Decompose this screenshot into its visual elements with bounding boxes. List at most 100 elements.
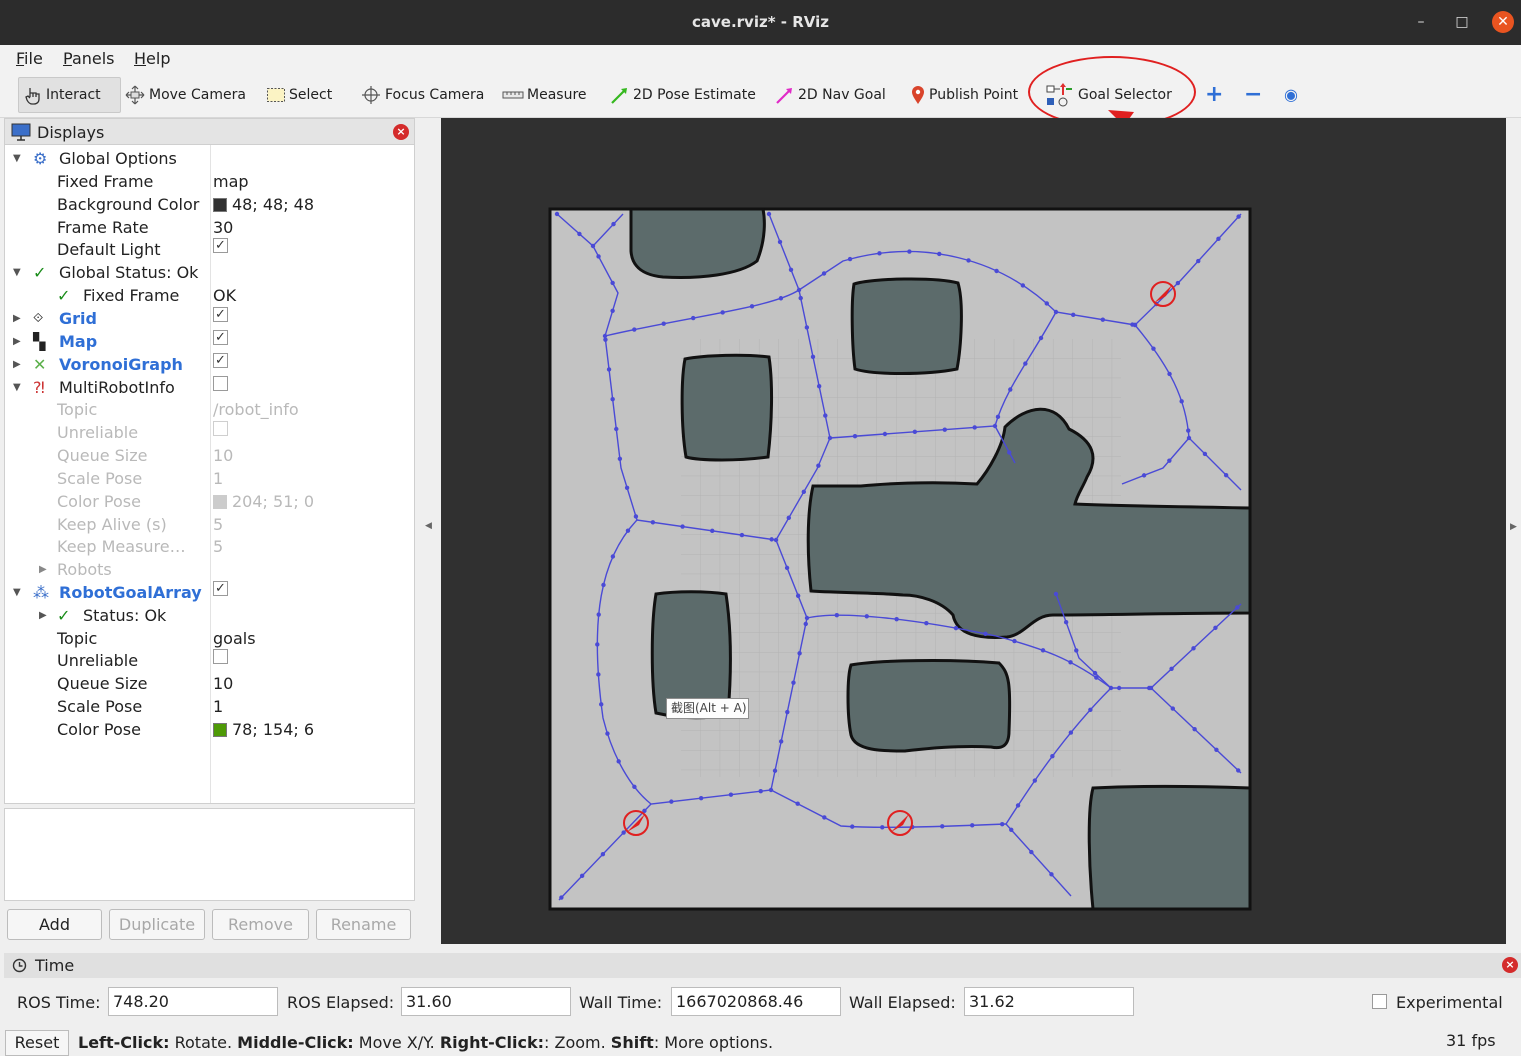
voronoi-node xyxy=(1015,803,1021,808)
row-goal-color-pose[interactable]: Color Pose 78; 154; 6 xyxy=(5,718,414,741)
tool-2d-nav-goal[interactable]: 2D Nav Goal xyxy=(775,82,886,108)
row-robots[interactable]: ▶ Robots xyxy=(5,558,414,581)
row-goal-topic[interactable]: Topic goals xyxy=(5,627,414,650)
expand-arrow-icon[interactable]: ▶ xyxy=(13,307,21,330)
voronoi-node xyxy=(650,520,656,525)
rename-button[interactable]: Rename xyxy=(316,909,411,940)
row-unreliable[interactable]: Unreliable xyxy=(5,421,414,444)
minimize-button[interactable]: – xyxy=(1410,11,1432,33)
tool-interact[interactable]: Interact xyxy=(18,77,121,113)
row-map[interactable]: ▶ ▚ Map ✓ xyxy=(5,330,414,353)
render-viewport[interactable] xyxy=(441,118,1506,944)
map-checkbox[interactable]: ✓ xyxy=(213,330,228,345)
focus-camera-icon xyxy=(362,86,380,104)
row-keep-alive[interactable]: Keep Alive (s) 5 xyxy=(5,513,414,536)
voronoi-node xyxy=(1191,646,1196,651)
add-button[interactable]: Add xyxy=(7,909,102,940)
expand-arrow-icon[interactable]: ▶ xyxy=(39,558,47,581)
collapse-left-icon[interactable]: ◀ xyxy=(425,521,432,531)
row-color-pose[interactable]: Color Pose 204; 51; 0 xyxy=(5,490,414,513)
voronoi-node xyxy=(1068,730,1074,735)
voronoi-node xyxy=(788,267,794,273)
row-robot-goal-array[interactable]: ▼ ⁂ RobotGoalArray ✓ xyxy=(5,581,414,604)
row-goal-scale-pose[interactable]: Scale Pose 1 xyxy=(5,695,414,718)
reset-button[interactable]: Reset xyxy=(5,1030,69,1056)
voronoi-node xyxy=(834,612,840,618)
tool-focus-camera[interactable]: Focus Camera xyxy=(360,82,484,108)
left-splitter[interactable]: ◀ xyxy=(416,118,440,944)
voronoi-node xyxy=(1216,236,1221,242)
row-grid[interactable]: ▶ ⟐ Grid ✓ xyxy=(5,307,414,330)
goal-array-checkbox[interactable]: ✓ xyxy=(213,581,228,596)
tool-2d-pose-estimate[interactable]: 2D Pose Estimate xyxy=(610,82,756,108)
map-icon: ▚ xyxy=(33,332,46,351)
grid-checkbox[interactable]: ✓ xyxy=(213,307,228,322)
row-global-options[interactable]: ▼ ⚙ Global Options xyxy=(5,147,414,170)
menu-panels[interactable]: Panels xyxy=(63,49,115,68)
default-light-checkbox[interactable]: ✓ xyxy=(213,238,228,253)
plugin-icon: ⁈ xyxy=(33,378,45,397)
tool-measure[interactable]: Measure xyxy=(502,82,587,108)
hand-pointer-icon xyxy=(25,88,40,105)
wall-elapsed-field[interactable]: 31.62 xyxy=(964,987,1134,1016)
tool-publish-point[interactable]: Publish Point xyxy=(910,82,1018,108)
voronoi-node xyxy=(559,895,564,900)
row-queue-size[interactable]: Queue Size 10 xyxy=(5,444,414,467)
ruler-icon xyxy=(502,91,524,99)
row-global-status[interactable]: ▼ ✓ Global Status: Ok xyxy=(5,261,414,284)
voronoi-checkbox[interactable]: ✓ xyxy=(213,353,228,368)
expand-arrow-icon[interactable]: ▶ xyxy=(13,353,21,376)
voronoi-node xyxy=(610,308,615,314)
voronoi-node xyxy=(992,423,998,429)
unreliable-checkbox[interactable] xyxy=(213,421,228,436)
tool-move-camera[interactable]: Move Camera xyxy=(124,82,246,108)
row-frame-rate[interactable]: Frame Rate 30 xyxy=(5,216,414,239)
row-keep-measure[interactable]: Keep Measure… 5 xyxy=(5,535,414,558)
collapse-arrow-icon[interactable]: ▼ xyxy=(13,581,21,604)
row-goal-queue-size[interactable]: Queue Size 10 xyxy=(5,672,414,695)
row-fixed-frame[interactable]: Fixed Frame map xyxy=(5,170,414,193)
ros-time-field[interactable]: 748.20 xyxy=(108,987,278,1016)
voronoi-node xyxy=(769,537,774,542)
voronoi-node xyxy=(966,258,971,263)
duplicate-button[interactable]: Duplicate xyxy=(109,909,205,940)
expand-arrow-icon[interactable]: ▶ xyxy=(39,604,47,627)
voronoi-node xyxy=(953,625,959,631)
row-goal-status[interactable]: ▶ ✓ Status: Ok xyxy=(5,604,414,627)
collapse-arrow-icon[interactable]: ▼ xyxy=(13,261,21,284)
voronoi-node xyxy=(1007,450,1012,455)
remove-tool-button[interactable]: − xyxy=(1244,82,1262,108)
row-scale-pose[interactable]: Scale Pose 1 xyxy=(5,467,414,490)
row-topic[interactable]: Topic /robot_info xyxy=(5,398,414,421)
voronoi-node xyxy=(995,414,1001,420)
remove-button[interactable]: Remove xyxy=(212,909,309,940)
maximize-button[interactable]: □ xyxy=(1451,11,1473,33)
expand-arrow-icon[interactable]: ▶ xyxy=(13,330,21,353)
voronoi-node xyxy=(1032,778,1038,783)
menu-help[interactable]: Help xyxy=(134,49,170,68)
menu-file[interactable]: File xyxy=(16,49,43,68)
ros-elapsed-field[interactable]: 31.60 xyxy=(401,987,571,1016)
row-background-color[interactable]: Background Color 48; 48; 48 xyxy=(5,193,414,216)
collapse-arrow-icon[interactable]: ▼ xyxy=(13,147,21,170)
goal-unreliable-checkbox[interactable] xyxy=(213,649,228,664)
tool-select[interactable]: Select xyxy=(266,82,332,108)
row-goal-unreliable[interactable]: Unreliable xyxy=(5,649,414,672)
voronoi-node xyxy=(1196,258,1201,264)
wall-time-field[interactable]: 1667020868.46 xyxy=(671,987,841,1016)
voronoi-node xyxy=(1202,451,1208,457)
view-menu-eye-icon[interactable]: ◉ xyxy=(1284,82,1298,108)
row-default-light[interactable]: Default Light ✓ xyxy=(5,238,414,261)
displays-close-button[interactable]: × xyxy=(393,124,409,140)
row-multi-robot-info[interactable]: ▼ ⁈ MultiRobotInfo xyxy=(5,376,414,399)
close-button[interactable]: ✕ xyxy=(1492,11,1514,33)
grid-icon: ⟐ xyxy=(33,311,44,326)
map-render[interactable] xyxy=(441,118,1506,944)
multi-robot-checkbox[interactable] xyxy=(213,376,228,391)
time-close-button[interactable]: × xyxy=(1502,957,1518,973)
collapse-arrow-icon[interactable]: ▼ xyxy=(13,376,21,399)
row-status-fixed-frame[interactable]: ✓ Fixed Frame OK xyxy=(5,284,414,307)
row-voronoi-graph[interactable]: ▶ ✕ VoronoiGraph ✓ xyxy=(5,353,414,376)
experimental-checkbox[interactable] xyxy=(1372,994,1387,1009)
collapse-right-icon[interactable]: ▶ xyxy=(1510,522,1517,532)
